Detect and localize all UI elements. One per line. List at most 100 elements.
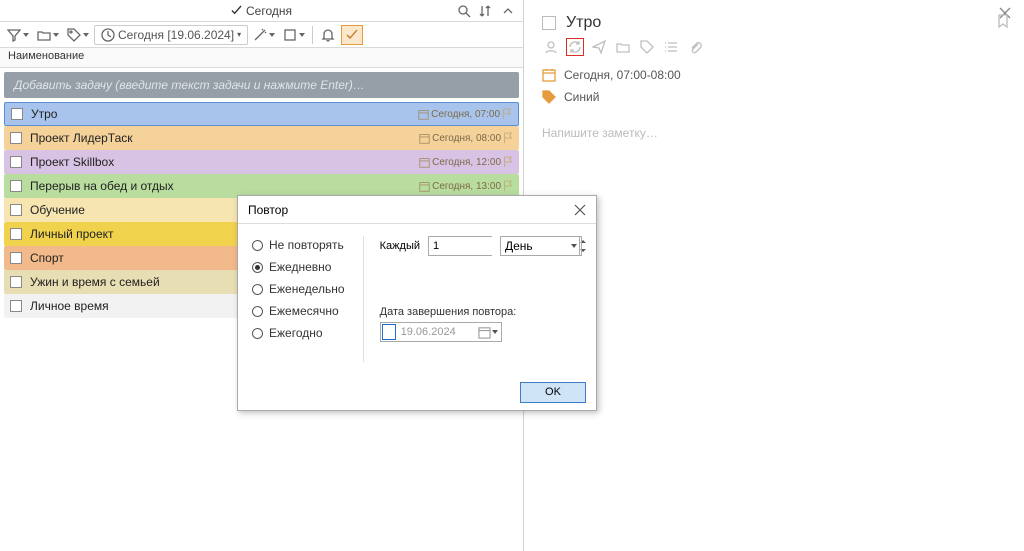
clock-icon xyxy=(101,28,115,42)
dialog-title: Повтор xyxy=(248,203,288,217)
task-checkbox[interactable] xyxy=(10,156,22,168)
repeat-option[interactable]: Ежедневно xyxy=(252,260,363,274)
task-name: Проект ЛидерТаск xyxy=(30,131,419,145)
end-date-input[interactable]: 19.06.2024 xyxy=(380,322,502,342)
radio-icon xyxy=(252,240,263,251)
radio-label: Еженедельно xyxy=(269,282,345,296)
repeat-option[interactable]: Не повторять xyxy=(252,238,363,252)
attach-button[interactable] xyxy=(686,38,704,56)
repeat-icon xyxy=(568,40,582,54)
task-checkbox[interactable] xyxy=(10,228,22,240)
every-label: Каждый xyxy=(380,240,420,252)
radio-label: Не повторять xyxy=(269,238,344,252)
task-date: Сегодня, 12:00 xyxy=(432,157,501,168)
task-checkbox[interactable] xyxy=(10,204,22,216)
dialog-close-icon[interactable] xyxy=(574,204,586,216)
folder-icon xyxy=(616,40,630,54)
calendar-icon xyxy=(542,68,556,82)
repeat-option[interactable]: Ежегодно xyxy=(252,326,363,340)
page-title: Сегодня xyxy=(246,4,292,18)
tag-icon xyxy=(67,28,81,42)
task-checkbox[interactable] xyxy=(11,108,23,120)
filter-button[interactable] xyxy=(4,25,32,45)
bookmark-icon[interactable] xyxy=(996,14,1010,28)
date-filter-button[interactable]: Сегодня [19.06.2024] ▾ xyxy=(94,25,248,45)
send-button[interactable] xyxy=(590,38,608,56)
repeat-button[interactable] xyxy=(566,38,584,56)
flag-icon[interactable] xyxy=(503,156,513,168)
page-header: Сегодня xyxy=(0,0,523,22)
task-row[interactable]: Утро Сегодня, 07:00 xyxy=(4,102,519,126)
task-date: Сегодня, 08:00 xyxy=(432,133,501,144)
calendar-icon xyxy=(419,181,430,192)
radio-label: Ежедневно xyxy=(269,260,331,274)
tag-icon xyxy=(640,40,654,54)
note-input[interactable]: Напишите заметку… xyxy=(524,108,1024,158)
radio-icon xyxy=(252,284,263,295)
toolbar: Сегодня [19.06.2024] ▾ xyxy=(0,22,523,48)
task-checkbox[interactable] xyxy=(10,300,22,312)
unit-select[interactable]: День xyxy=(500,236,582,256)
flag-icon[interactable] xyxy=(503,180,513,192)
detail-icon-row xyxy=(524,38,1024,64)
task-date: Сегодня, 07:00 xyxy=(431,109,500,120)
repeat-dialog: Повтор Не повторять Ежедневно Еженедельно Е… xyxy=(237,195,597,411)
detail-date-row[interactable]: Сегодня, 07:00-08:00 xyxy=(524,64,1024,86)
task-checkbox[interactable] xyxy=(10,132,22,144)
tag-button[interactable] xyxy=(64,25,92,45)
column-header: Наименование xyxy=(0,48,523,68)
repeat-option[interactable]: Еженедельно xyxy=(252,282,363,296)
check-icon xyxy=(231,5,242,16)
send-icon xyxy=(592,40,606,54)
detail-color-row[interactable]: Синий xyxy=(524,86,1024,108)
calendar-icon xyxy=(419,157,430,168)
radio-icon xyxy=(252,328,263,339)
checkbox-button[interactable] xyxy=(280,25,308,45)
repeat-options: Не повторять Ежедневно Еженедельно Ежемесяч… xyxy=(252,236,364,362)
radio-icon xyxy=(252,262,263,273)
radio-label: Ежегодно xyxy=(269,326,323,340)
sort-icon[interactable] xyxy=(479,4,493,18)
person-icon xyxy=(544,40,558,54)
project-button[interactable] xyxy=(34,25,62,45)
task-row[interactable]: Проект ЛидерТаск Сегодня, 08:00 xyxy=(4,126,519,150)
calendar-icon xyxy=(418,109,429,120)
check-toggle-button[interactable] xyxy=(341,25,363,45)
search-icon[interactable] xyxy=(457,4,471,18)
flag-icon[interactable] xyxy=(503,132,513,144)
detail-title[interactable]: Утро xyxy=(566,14,601,32)
calendar-icon xyxy=(419,133,430,144)
task-date: Сегодня, 13:00 xyxy=(432,181,501,192)
paperclip-icon xyxy=(688,40,702,54)
assignee-button[interactable] xyxy=(542,38,560,56)
task-name: Утро xyxy=(31,107,418,121)
detail-checkbox[interactable] xyxy=(542,16,556,30)
task-name: Перерыв на обед и отдых xyxy=(30,179,419,193)
task-checkbox[interactable] xyxy=(10,252,22,264)
bell-button[interactable] xyxy=(317,25,339,45)
bell-icon xyxy=(321,28,335,42)
wand-icon xyxy=(253,28,267,42)
task-checkbox[interactable] xyxy=(10,276,22,288)
end-date-checkbox[interactable] xyxy=(382,324,396,340)
task-checkbox[interactable] xyxy=(10,180,22,192)
radio-label: Ежемесячно xyxy=(269,304,339,318)
list-icon xyxy=(664,40,678,54)
wand-button[interactable] xyxy=(250,25,278,45)
end-date-label: Дата завершения повтора: xyxy=(380,306,582,318)
checklist-button[interactable] xyxy=(662,38,680,56)
square-icon xyxy=(283,28,297,42)
task-row[interactable]: Проект Skillbox Сегодня, 12:00 xyxy=(4,150,519,174)
ok-button[interactable]: OK xyxy=(520,382,586,403)
add-task-input[interactable]: Добавить задачу (введите текст задачи и … xyxy=(4,72,519,98)
color-tag-icon xyxy=(542,90,556,104)
collapse-icon[interactable] xyxy=(501,4,515,18)
every-spinner[interactable] xyxy=(428,236,492,256)
task-name: Проект Skillbox xyxy=(30,155,419,169)
project-assign-button[interactable] xyxy=(614,38,632,56)
tag-assign-button[interactable] xyxy=(638,38,656,56)
flag-icon[interactable] xyxy=(502,108,512,120)
calendar-icon xyxy=(478,326,491,339)
repeat-option[interactable]: Ежемесячно xyxy=(252,304,363,318)
folder-open-icon xyxy=(37,28,51,42)
